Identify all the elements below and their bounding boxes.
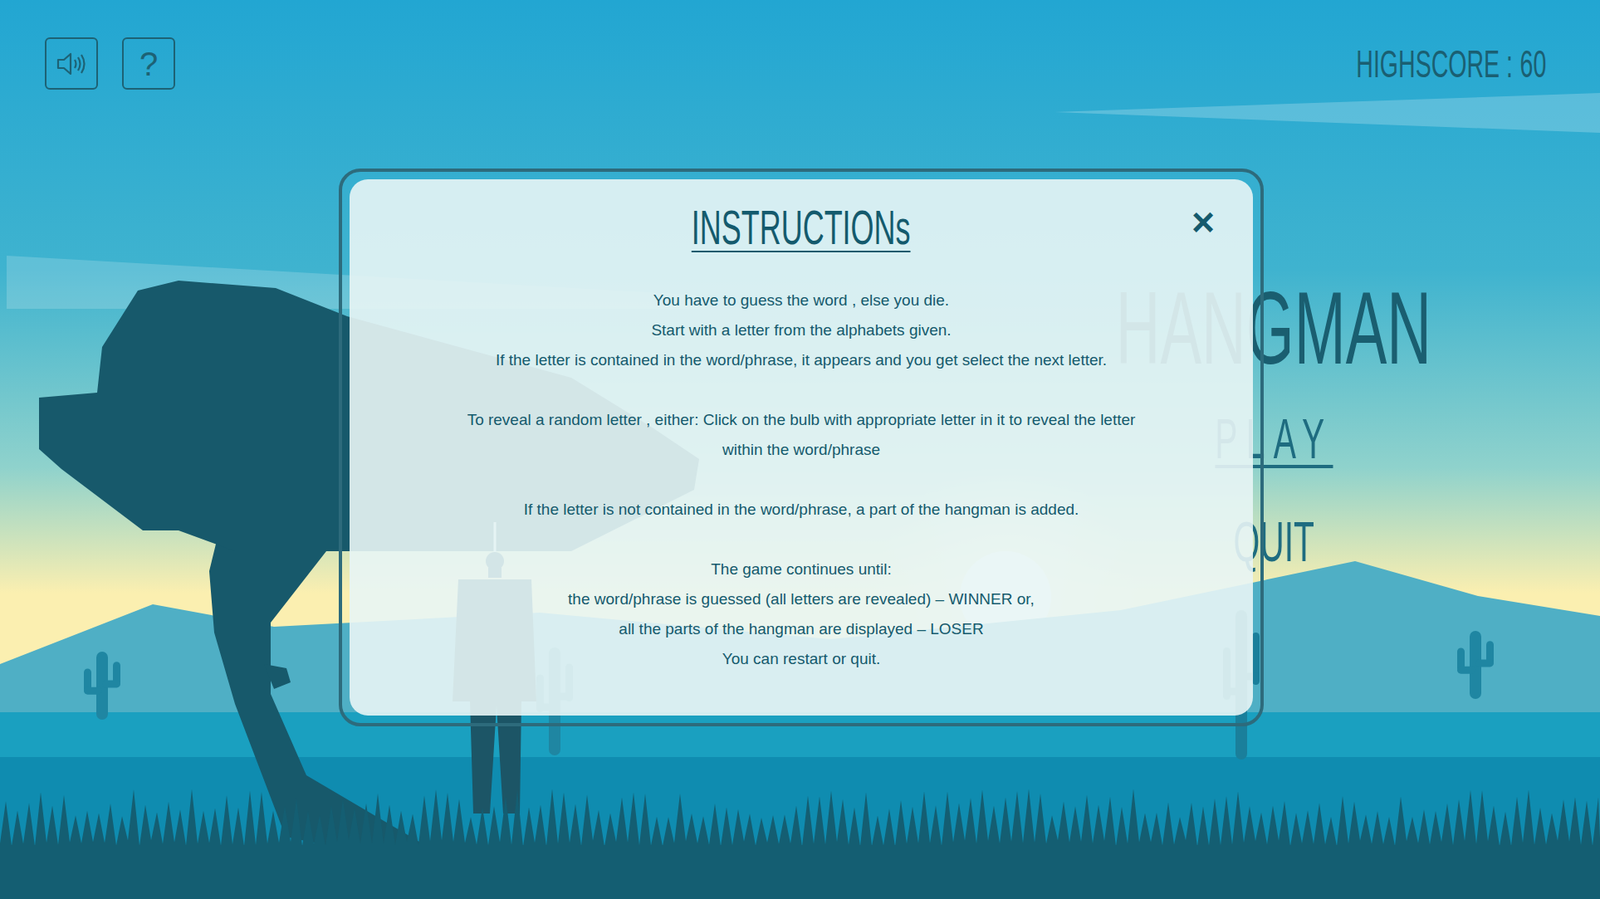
instructions-modal: INSTRUCTIONs × You have to guess the word … <box>338 168 1264 727</box>
instructions-paragraph: If the letter is not contained in the wo… <box>523 494 1080 525</box>
top-bar: ? HIGHSCORE :60 <box>0 0 1600 90</box>
sound-button[interactable] <box>44 37 98 90</box>
instructions-paragraph: To reveal a random letter , either: Clic… <box>467 405 1136 465</box>
instruction-line: within the word/phrase <box>722 435 881 465</box>
instruction-line: You have to guess the word , else you di… <box>653 285 950 316</box>
instruction-line: You can restart or quit. <box>722 644 881 675</box>
close-button[interactable]: × <box>1191 202 1215 243</box>
instruction-line: To reveal a random letter , either: Clic… <box>467 405 1136 436</box>
instruction-line: If the letter is not contained in the wo… <box>523 494 1080 525</box>
help-label[interactable]: ? <box>139 47 158 81</box>
game-screen: ? HIGHSCORE :60 HANGMANPLAYQUIT INSTRUCT… <box>0 0 1600 899</box>
instruction-line: all the parts of the hangman are display… <box>618 614 984 645</box>
highscore: HIGHSCORE :60 <box>1355 44 1547 84</box>
instruction-line: the word/phrase is guessed (all letters … <box>567 584 1035 615</box>
highscore-label: HIGHSCORE : <box>1355 42 1513 86</box>
instructions-paragraph: You have to guess the word , else you di… <box>495 285 1107 376</box>
instructions-panel: INSTRUCTIONs × You have to guess the word … <box>349 179 1253 716</box>
instruction-line: Start with a letter from the alphabets g… <box>650 315 951 346</box>
instruction-line: The game continues until: <box>710 554 892 585</box>
toolbar: ? <box>44 37 176 90</box>
instruction-line: If the letter is contained in the word/p… <box>495 345 1107 376</box>
highscore-value: 60 <box>1519 42 1547 86</box>
help-button[interactable]: ? <box>122 37 176 90</box>
modal-title: INSTRUCTIONs <box>691 197 911 258</box>
instructions-body: You have to guess the word , else you di… <box>467 285 1136 675</box>
instructions-paragraph: The game continues until:the word/phrase… <box>567 554 1035 675</box>
speaker-icon <box>54 50 89 78</box>
